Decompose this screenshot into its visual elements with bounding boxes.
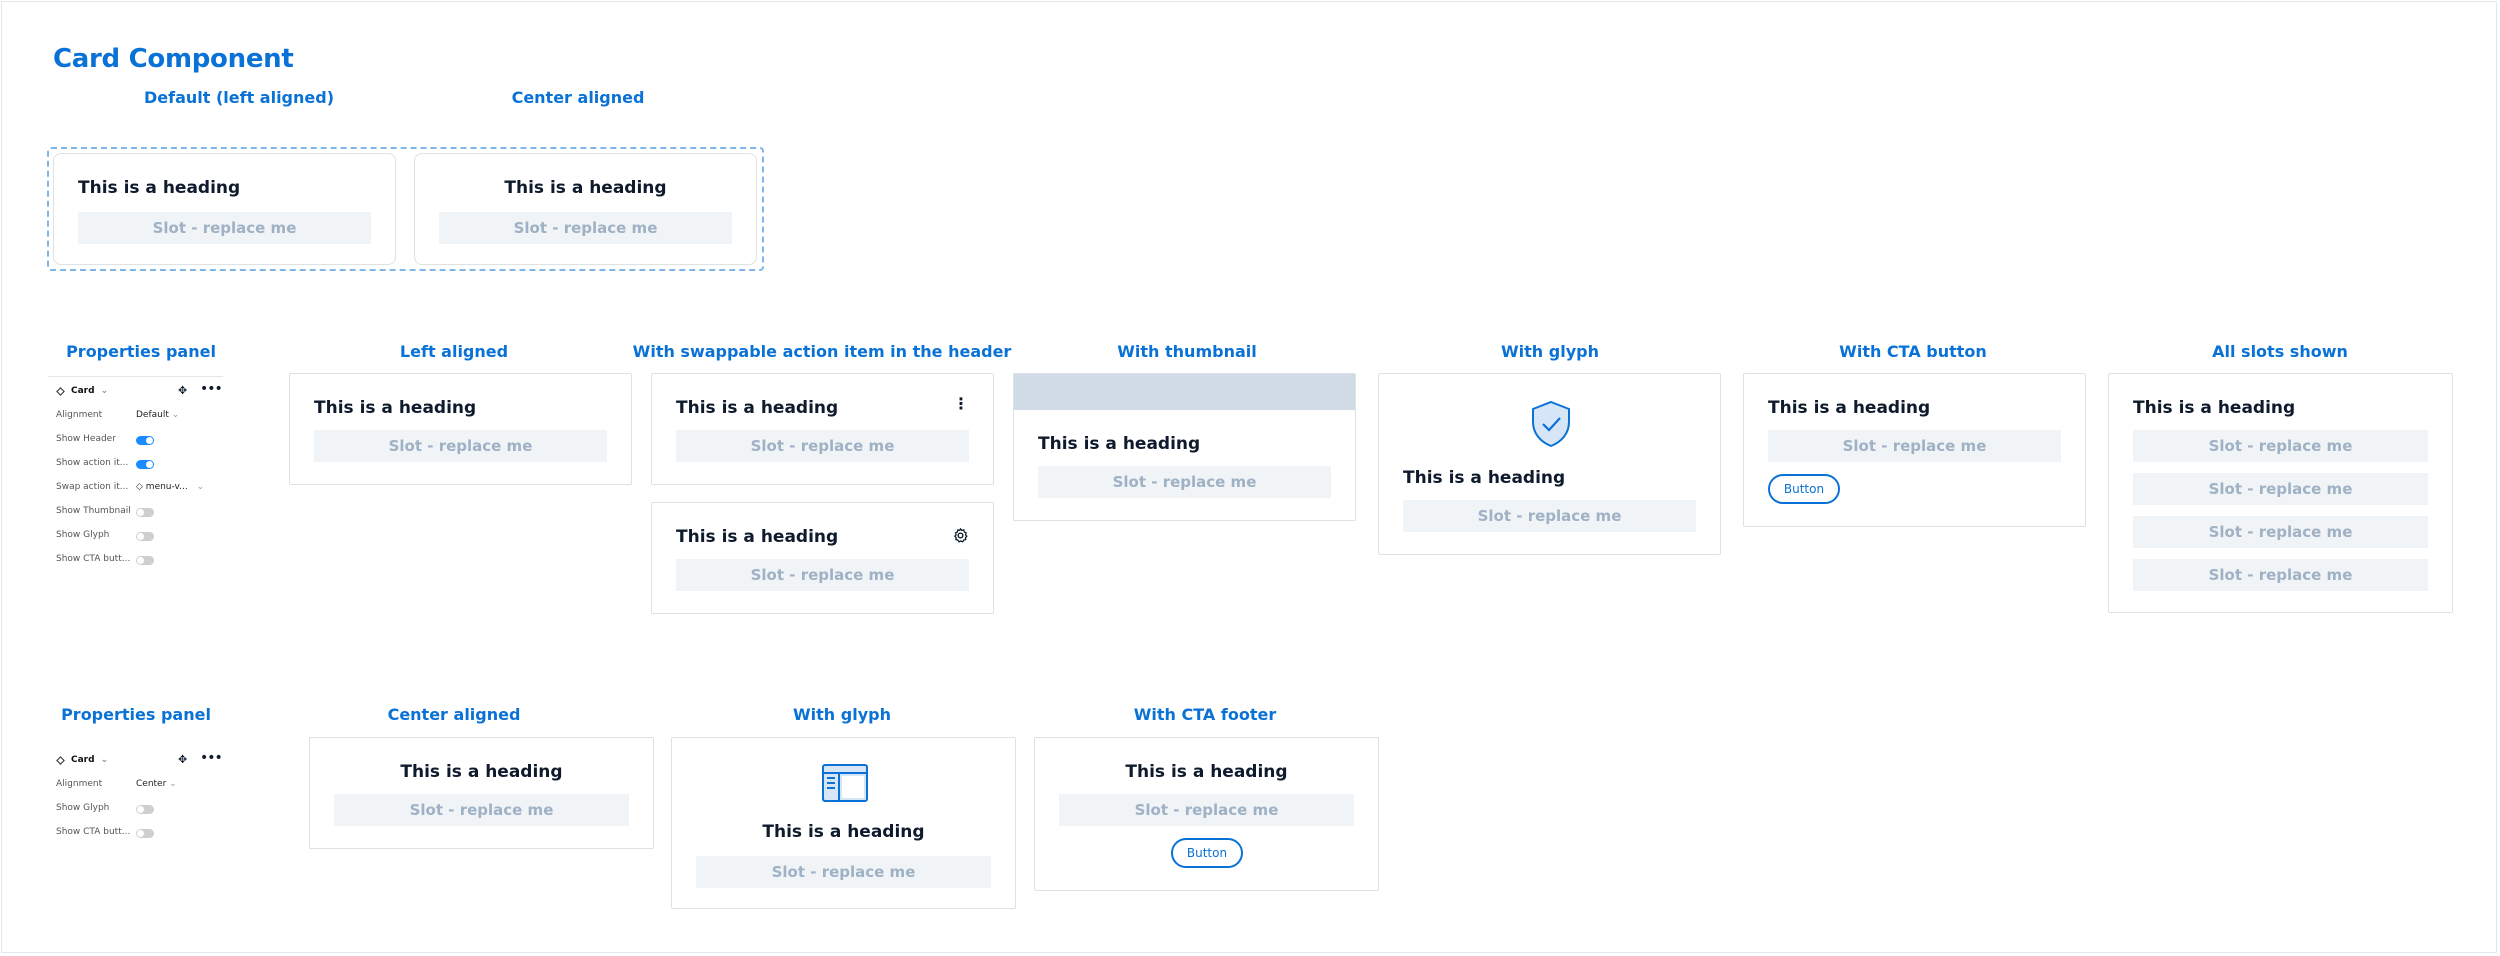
diamond-icon: ◇ — [136, 482, 143, 492]
prop-label-alignment: Alignment — [56, 779, 103, 789]
shield-check-icon — [1532, 400, 1570, 448]
cta-footer-button[interactable]: Button — [1171, 838, 1243, 868]
card-slot: Slot - replace me — [2133, 430, 2428, 462]
center-aligned-label: Center aligned — [387, 705, 521, 724]
card-center-glyph[interactable]: This is a heading Slot - replace me — [671, 737, 1016, 909]
card-heading: This is a heading — [1125, 762, 1288, 782]
toggle-show-header[interactable] — [136, 436, 154, 445]
chevron-down-icon: ⌄ — [196, 482, 205, 492]
move-icon[interactable]: ✥ — [178, 753, 187, 766]
with-glyph-label: With glyph — [1501, 342, 1599, 361]
card-slot: Slot - replace me — [1403, 500, 1696, 532]
component-icon — [56, 386, 65, 396]
toggle-show-cta[interactable] — [136, 556, 154, 565]
card-thumbnail[interactable]: This is a heading Slot - replace me — [1013, 373, 1356, 521]
card-glyph[interactable]: This is a heading Slot - replace me — [1378, 373, 1721, 555]
card-action-settings[interactable]: This is a heading Slot - replace me — [651, 502, 994, 614]
prop-label-show-cta: Show CTA butt... — [56, 827, 131, 837]
with-thumbnail-label: With thumbnail — [1117, 342, 1257, 361]
card-slot: Slot - replace me — [2133, 473, 2428, 505]
card-slot: Slot - replace me — [676, 559, 969, 591]
prop-label-alignment: Alignment — [56, 410, 103, 420]
left-aligned-label: Left aligned — [399, 342, 509, 361]
prop-value-alignment[interactable]: Center ⌄ — [136, 779, 177, 789]
card-slot: Slot - replace me — [334, 794, 629, 826]
prop-label-swap-action: Swap action it... — [56, 482, 129, 492]
card-heading: This is a heading — [2133, 398, 2296, 418]
card-center-aligned[interactable]: This is a heading Slot - replace me — [309, 737, 654, 849]
card-slot: Slot - replace me — [1768, 430, 2061, 462]
panel-header: Card ⌄ — [56, 755, 108, 765]
toggle-show-cta[interactable] — [136, 829, 154, 838]
gear-icon[interactable] — [952, 527, 969, 544]
toggle-show-glyph[interactable] — [136, 532, 154, 541]
with-cta-footer-label: With CTA footer — [1133, 705, 1277, 724]
card-slot: Slot - replace me — [1038, 466, 1331, 498]
more-options-icon[interactable]: ••• — [200, 750, 223, 766]
card-all-slots[interactable]: This is a heading Slot - replace me Slot… — [2108, 373, 2453, 613]
card-cta-footer[interactable]: This is a heading Slot - replace me Butt… — [1034, 737, 1379, 891]
card-center[interactable]: This is a heading Slot - replace me — [414, 153, 757, 265]
properties-panel-label: Properties panel — [66, 342, 216, 361]
cta-button[interactable]: Button — [1768, 474, 1840, 504]
menu-vertical-icon[interactable]: ⋮ — [953, 396, 969, 412]
chevron-down-icon[interactable]: ⌄ — [101, 755, 109, 765]
card-heading: This is a heading — [314, 398, 477, 418]
card-left-aligned[interactable]: This is a heading Slot - replace me — [289, 373, 632, 485]
swappable-action-label: With swappable action item in the header — [632, 342, 1012, 361]
prop-label-show-action: Show action it... — [56, 458, 129, 468]
card-heading: This is a heading — [676, 398, 839, 418]
toggle-show-glyph[interactable] — [136, 805, 154, 814]
card-heading: This is a heading — [762, 822, 925, 842]
card-slot: Slot - replace me — [1059, 794, 1354, 826]
chevron-down-icon[interactable]: ⌄ — [101, 386, 109, 396]
card-default[interactable]: This is a heading Slot - replace me — [53, 153, 396, 265]
component-icon — [56, 755, 65, 765]
card-slot: Slot - replace me — [2133, 516, 2428, 548]
card-heading: This is a heading — [1038, 434, 1201, 454]
toggle-show-action[interactable] — [136, 460, 154, 469]
panel-header: Card ⌄ — [56, 386, 108, 396]
prop-label-show-glyph: Show Glyph — [56, 530, 110, 540]
card-heading: This is a heading — [78, 178, 241, 198]
card-slot: Slot - replace me — [2133, 559, 2428, 591]
panel-divider — [48, 376, 223, 377]
page-title: Card Component — [53, 44, 294, 74]
chevron-down-icon: ⌄ — [169, 779, 177, 789]
prop-label-show-header: Show Header — [56, 434, 116, 444]
card-slot: Slot - replace me — [439, 212, 732, 244]
chevron-down-icon: ⌄ — [171, 410, 180, 420]
properties-panel-label: Properties panel — [61, 705, 211, 724]
properties-panel: Card ⌄ ✥ ••• Alignment Default ⌄ Show He… — [48, 376, 223, 576]
browser-window-icon — [822, 764, 868, 802]
card-slot: Slot - replace me — [314, 430, 607, 462]
card-slot: Slot - replace me — [676, 430, 969, 462]
card-heading: This is a heading — [504, 178, 667, 198]
card-action-menu[interactable]: This is a heading ⋮ Slot - replace me — [651, 373, 994, 485]
component-name: Card — [71, 755, 95, 765]
card-slot: Slot - replace me — [78, 212, 371, 244]
prop-value-swap-action[interactable]: ◇ menu-v... ⌄ — [136, 482, 204, 492]
prop-label-show-cta: Show CTA butt... — [56, 554, 131, 564]
more-options-icon[interactable]: ••• — [200, 381, 223, 397]
card-thumbnail-image — [1014, 374, 1355, 410]
with-cta-button-label: With CTA button — [1839, 342, 1987, 361]
center-aligned-label: Center aligned — [511, 88, 645, 107]
card-heading: This is a heading — [1403, 468, 1566, 488]
component-name: Card — [71, 386, 95, 396]
move-icon[interactable]: ✥ — [178, 384, 187, 397]
card-cta-button[interactable]: This is a heading Slot - replace me Butt… — [1743, 373, 2086, 527]
prop-value-alignment[interactable]: Default ⌄ — [136, 410, 179, 420]
card-heading: This is a heading — [676, 527, 839, 547]
card-heading: This is a heading — [400, 762, 563, 782]
default-left-aligned-label: Default (left aligned) — [143, 88, 335, 107]
toggle-show-thumbnail[interactable] — [136, 508, 154, 517]
properties-panel: Card ⌄ ✥ ••• Alignment Center ⌄ Show Gly… — [48, 750, 223, 838]
card-slot: Slot - replace me — [696, 856, 991, 888]
card-heading: This is a heading — [1768, 398, 1931, 418]
with-glyph-label: With glyph — [793, 705, 891, 724]
prop-label-show-thumbnail: Show Thumbnail — [56, 506, 131, 516]
all-slots-label: All slots shown — [2212, 342, 2348, 361]
prop-label-show-glyph: Show Glyph — [56, 803, 110, 813]
